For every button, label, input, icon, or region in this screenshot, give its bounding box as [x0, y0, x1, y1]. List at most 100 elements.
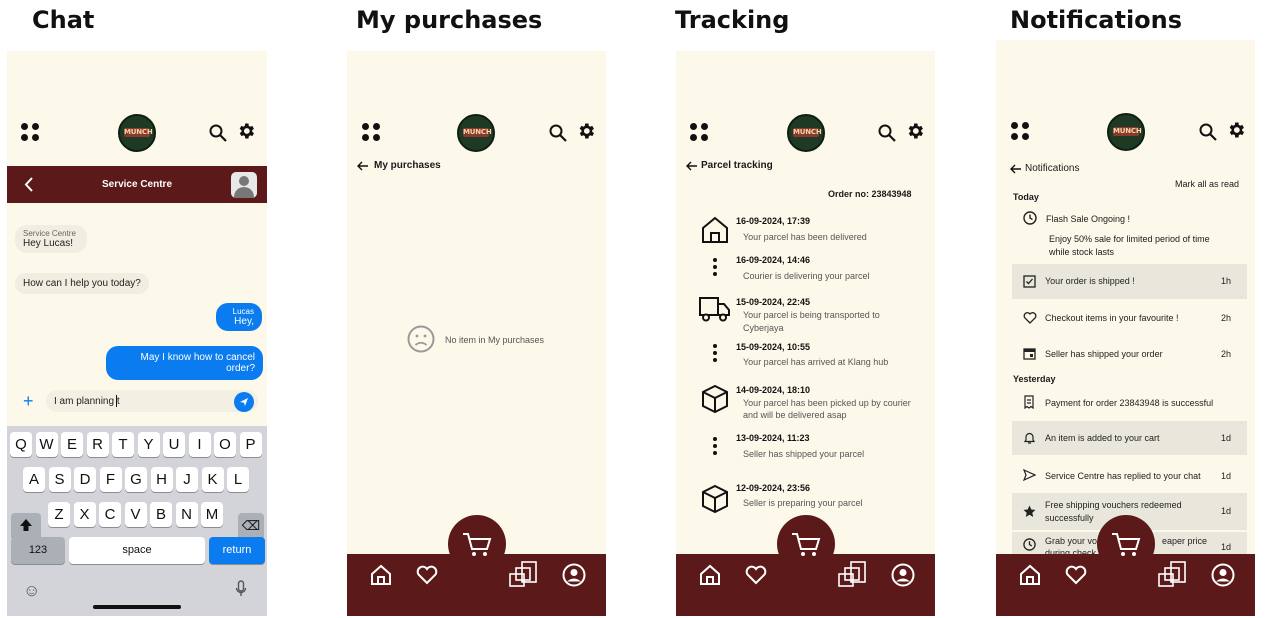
cart-button[interactable]: [1097, 515, 1155, 573]
menu-grid-icon[interactable]: [690, 123, 710, 143]
key-j[interactable]: J: [176, 467, 198, 492]
orders-icon[interactable]: [1158, 560, 1188, 588]
key-w[interactable]: W: [35, 432, 58, 457]
space-key[interactable]: space: [69, 537, 205, 564]
profile-icon[interactable]: [1211, 563, 1235, 587]
key-e[interactable]: E: [61, 432, 83, 457]
search-icon[interactable]: [208, 123, 228, 143]
munch-logo[interactable]: MUNCH: [1107, 113, 1145, 151]
profile-icon[interactable]: [562, 563, 586, 587]
notifications-section-title: Notifications: [1010, 6, 1183, 34]
mark-all-read-button[interactable]: Mark all as read: [1175, 179, 1239, 189]
key-k[interactable]: K: [201, 467, 224, 492]
event-desc: Your parcel has arrived at Klang hub: [743, 357, 889, 367]
gear-icon[interactable]: [1226, 120, 1246, 140]
notification-item[interactable]: Payment for order 23843948 is successful: [1012, 388, 1247, 418]
heart-icon[interactable]: [745, 565, 767, 585]
key-c[interactable]: C: [99, 502, 121, 527]
home-icon[interactable]: [699, 564, 721, 586]
munch-logo[interactable]: MUNCH: [787, 114, 825, 152]
key-h[interactable]: H: [150, 467, 173, 492]
orders-icon[interactable]: [838, 560, 868, 588]
microphone-icon[interactable]: [235, 580, 247, 598]
menu-grid-icon[interactable]: [362, 123, 382, 143]
dots-icon: [713, 344, 717, 365]
key-d[interactable]: D: [74, 467, 96, 492]
gear-icon[interactable]: [576, 121, 596, 141]
key-p[interactable]: P: [239, 432, 262, 457]
menu-grid-icon[interactable]: [1011, 122, 1031, 142]
munch-logo[interactable]: MUNCH: [118, 114, 156, 152]
cart-icon: [1112, 533, 1141, 556]
search-icon[interactable]: [548, 123, 568, 143]
dots-icon: [713, 437, 717, 458]
key-n[interactable]: N: [175, 502, 198, 527]
event-desc: Your parcel has been delivered: [743, 232, 867, 242]
backspace-key[interactable]: ⌫: [238, 513, 264, 538]
orders-icon[interactable]: [509, 560, 539, 588]
box-icon: [702, 384, 728, 414]
event-desc-line2: Cyberjaya: [743, 323, 784, 333]
key-o[interactable]: O: [214, 432, 236, 457]
key-l[interactable]: L: [227, 467, 249, 492]
message-input[interactable]: I am planning t: [46, 390, 258, 412]
bell-icon: [1023, 432, 1036, 444]
key-s[interactable]: S: [48, 467, 71, 492]
send-button[interactable]: [234, 392, 254, 412]
shift-key[interactable]: [11, 513, 41, 538]
key-t[interactable]: T: [112, 432, 134, 457]
message-text: How can I help you today?: [23, 278, 141, 289]
key-a[interactable]: A: [23, 467, 45, 492]
key-q[interactable]: Q: [10, 432, 32, 457]
menu-grid-icon[interactable]: [21, 123, 41, 143]
chat-message-incoming: Service Centre Hey Lucas!: [15, 225, 87, 253]
profile-icon[interactable]: [891, 563, 915, 587]
back-arrow-icon: [686, 161, 697, 171]
key-r[interactable]: R: [86, 432, 109, 457]
cart-button[interactable]: [448, 515, 506, 573]
key-b[interactable]: B: [150, 502, 172, 527]
heart-icon[interactable]: [416, 565, 438, 585]
order-number: Order no: 23843948: [828, 189, 912, 199]
cart-button[interactable]: [777, 515, 835, 573]
home-icon[interactable]: [1019, 564, 1041, 586]
gear-icon[interactable]: [905, 121, 925, 141]
key-y[interactable]: Y: [137, 432, 160, 457]
event-desc: Your parcel is being transported to: [743, 310, 880, 320]
heart-icon: [1023, 312, 1037, 324]
sender-name: Lucas: [232, 307, 254, 316]
heart-icon[interactable]: [1065, 565, 1087, 585]
notification-item[interactable]: Seller has shipped your order 2h: [1012, 339, 1247, 369]
notification-item[interactable]: Your order is shipped ! 1h: [1012, 264, 1247, 299]
cart-icon: [792, 533, 821, 556]
notification-item[interactable]: Service Centre has replied to your chat …: [1012, 459, 1247, 491]
emoji-icon[interactable]: ☺: [23, 581, 40, 601]
key-z[interactable]: Z: [48, 502, 70, 527]
chat-header: Service Centre: [7, 166, 267, 203]
key-u[interactable]: U: [163, 432, 185, 457]
home-icon[interactable]: [370, 564, 392, 586]
numbers-key[interactable]: 123: [11, 537, 65, 564]
munch-logo[interactable]: MUNCH: [457, 114, 495, 152]
clock-icon: [1023, 211, 1037, 225]
send-icon: [240, 398, 248, 406]
search-icon[interactable]: [1198, 122, 1218, 142]
star-icon: [1023, 505, 1036, 517]
key-v[interactable]: V: [124, 502, 147, 527]
return-key[interactable]: return: [209, 537, 265, 564]
chat-header-title: Service Centre: [101, 179, 173, 190]
key-x[interactable]: X: [73, 502, 96, 527]
notification-item[interactable]: An item is added to your cart 1d: [1012, 421, 1247, 455]
search-icon[interactable]: [877, 123, 897, 143]
key-g[interactable]: G: [125, 467, 147, 492]
purchases-screen: MUNCH My purchases No item in My purchas…: [347, 51, 606, 616]
key-i[interactable]: I: [188, 432, 211, 457]
add-attachment-icon[interactable]: +: [23, 392, 34, 410]
key-m[interactable]: M: [201, 502, 223, 527]
gear-icon[interactable]: [236, 121, 256, 141]
avatar[interactable]: [231, 172, 257, 198]
notification-item[interactable]: Checkout items in your favourite ! 2h: [1012, 302, 1247, 334]
key-f[interactable]: F: [99, 467, 122, 492]
purchases-section-title: My purchases: [356, 6, 543, 34]
message-text: Hey,: [234, 316, 254, 327]
